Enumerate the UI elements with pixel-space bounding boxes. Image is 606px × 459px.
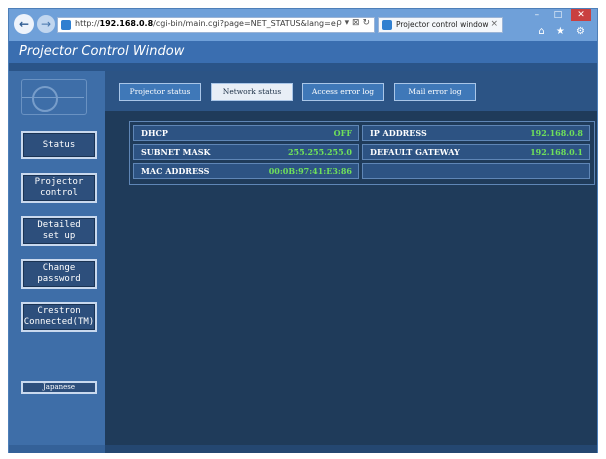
empty-cell (362, 163, 590, 179)
url-host: 192.168.0.8 (99, 19, 154, 28)
back-button[interactable]: ← (14, 14, 34, 34)
sidebar: Status Projector control Detailed set up… (9, 71, 105, 453)
detailed-setup-button[interactable]: Detailed set up (21, 216, 97, 246)
crestron-connected-button[interactable]: Crestron Connected(TM) (21, 302, 97, 332)
browser-tab[interactable]: Projector control window × (378, 17, 503, 33)
page-icon (61, 20, 71, 30)
window-controls: – □ ✕ (529, 9, 591, 23)
ip-address-label: IP ADDRESS (370, 128, 427, 138)
tab-page-icon (382, 20, 392, 30)
ip-address-value: 192.168.0.8 (530, 128, 583, 138)
network-status-panel: DHCP OFF IP ADDRESS 192.168.0.8 SUBNET M… (129, 121, 595, 185)
address-url[interactable]: http://192.168.0.8/cgi-bin/main.cgi?page… (75, 19, 336, 28)
forward-button[interactable]: → (37, 15, 55, 33)
header-divider (9, 63, 597, 71)
logo-circle (32, 86, 58, 112)
projector-control-button[interactable]: Projector control (21, 173, 97, 203)
dhcp-row: DHCP OFF (133, 125, 359, 141)
language-button[interactable]: Japanese (21, 381, 97, 394)
status-button[interactable]: Status (21, 131, 97, 159)
minimize-button[interactable]: – (529, 9, 545, 21)
maximize-button[interactable]: □ (550, 9, 566, 21)
tab-network-status[interactable]: Network status (211, 83, 293, 101)
tab-band: Projector status Network status Access e… (105, 71, 597, 111)
url-scheme: http:// (75, 19, 100, 28)
tab-title: Projector control window (396, 20, 489, 29)
subnet-mask-row: SUBNET MASK 255.255.255.0 (133, 144, 359, 160)
ip-address-row: IP ADDRESS 192.168.0.8 (362, 125, 590, 141)
dhcp-value: OFF (333, 128, 352, 138)
subnet-mask-value: 255.255.255.0 (287, 147, 352, 157)
change-password-button[interactable]: Change password (21, 259, 97, 289)
address-controls[interactable]: ρ ▾ ⊠ ↻ (336, 18, 370, 28)
default-gateway-row: DEFAULT GATEWAY 192.168.0.1 (362, 144, 590, 160)
status-bar (9, 445, 597, 453)
tab-access-error-log[interactable]: Access error log (302, 83, 384, 101)
projector-logo-icon (21, 79, 87, 115)
url-path: /cgi-bin/main.cgi?page=NET_STATUS&lang=e (153, 19, 336, 28)
dhcp-label: DHCP (141, 128, 168, 138)
mac-address-row: MAC ADDRESS 00:0B:97:41:E3:86 (133, 163, 359, 179)
close-window-button[interactable]: ✕ (571, 9, 591, 21)
page-title: Projector Control Window (19, 44, 185, 59)
tab-projector-status[interactable]: Projector status (119, 83, 201, 101)
tab-mail-error-log[interactable]: Mail error log (394, 83, 476, 101)
default-gateway-value: 192.168.0.1 (530, 147, 583, 157)
browser-titlebar: ← → http://192.168.0.8/cgi-bin/main.cgi?… (9, 9, 597, 41)
address-bar[interactable]: http://192.168.0.8/cgi-bin/main.cgi?page… (57, 17, 375, 33)
mac-address-value: 00:0B:97:41:E3:86 (268, 166, 352, 176)
tab-close-icon[interactable]: × (490, 19, 498, 29)
default-gateway-label: DEFAULT GATEWAY (370, 147, 460, 157)
toolbar-icons[interactable]: ⌂ ★ ⚙ (538, 26, 589, 37)
subnet-mask-label: SUBNET MASK (141, 147, 211, 157)
page-header: Projector Control Window (9, 41, 597, 63)
browser-window: ← → http://192.168.0.8/cgi-bin/main.cgi?… (8, 8, 598, 453)
mac-address-label: MAC ADDRESS (141, 166, 210, 176)
